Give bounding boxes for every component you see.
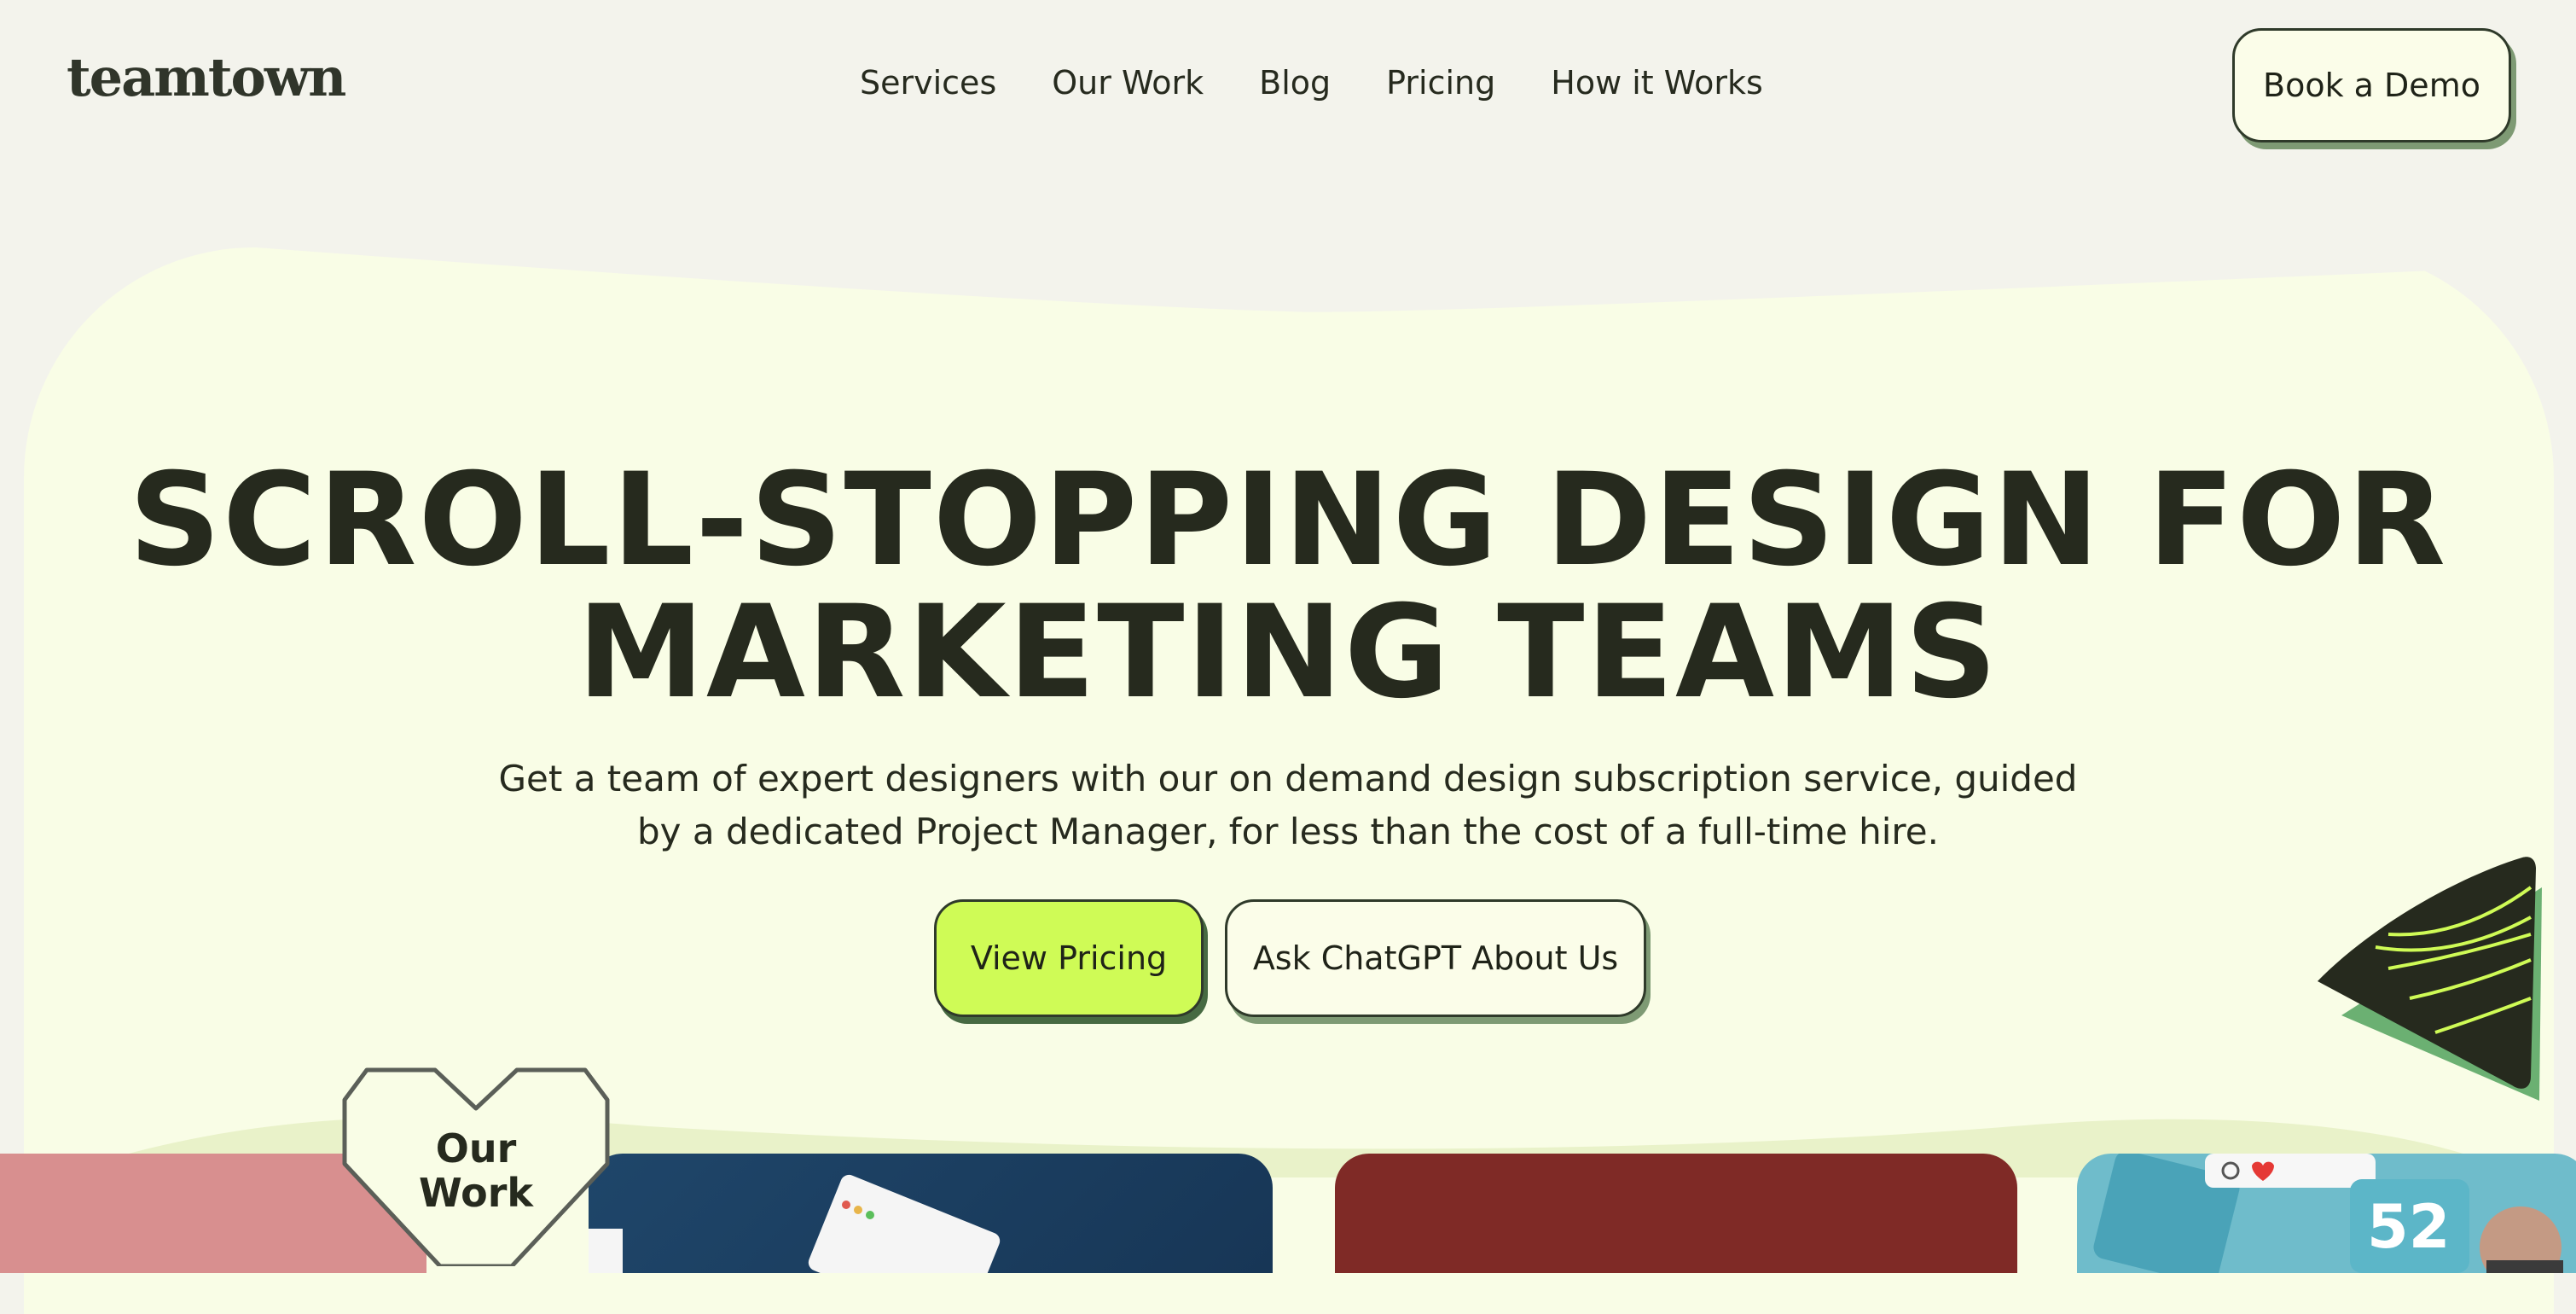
- decorative-triangle-icon: [2318, 857, 2542, 1101]
- hero-title-line-1: SCROLL-STOPPING DESIGN FOR: [128, 446, 2448, 595]
- browser-window-icon: [589, 1174, 1001, 1273]
- our-work-badge[interactable]: Our Work: [341, 1126, 611, 1215]
- work-card-red[interactable]: [1335, 1154, 2017, 1273]
- view-pricing-button[interactable]: View Pricing: [934, 899, 1204, 1017]
- hero-subtitle-line-1: Get a team of expert designers with our …: [498, 758, 2078, 799]
- nav-services[interactable]: Services: [860, 67, 996, 99]
- hero-title: SCROLL-STOPPING DESIGN FOR MARKETING TEA…: [0, 455, 2576, 719]
- work-card-navy[interactable]: [589, 1154, 1273, 1273]
- nav-pricing[interactable]: Pricing: [1386, 67, 1495, 99]
- nav-blog[interactable]: Blog: [1259, 67, 1331, 99]
- social-posts-collage: 52: [2093, 1154, 2563, 1273]
- nav-how-it-works[interactable]: How it Works: [1551, 67, 1763, 99]
- hero-subtitle-line-2: by a dedicated Project Manager, for less…: [637, 811, 1939, 852]
- our-work-badge-line-1: Our: [435, 1125, 517, 1172]
- main-nav: Services Our Work Blog Pricing How it Wo…: [860, 67, 1763, 99]
- hero-title-line-2: MARKETING TEAMS: [577, 579, 1999, 727]
- ask-chatgpt-button[interactable]: Ask ChatGPT About Us: [1225, 899, 1646, 1017]
- our-work-badge-line-2: Work: [419, 1170, 533, 1216]
- book-demo-button[interactable]: Book a Demo: [2232, 28, 2511, 142]
- hero-top-wave: [0, 222, 2576, 312]
- nav-our-work[interactable]: Our Work: [1052, 67, 1204, 99]
- work-card-teal[interactable]: 52: [2077, 1154, 2576, 1273]
- hero-subtitle: Get a team of expert designers with our …: [478, 753, 2098, 858]
- card-number: 52: [2367, 1192, 2450, 1262]
- logo[interactable]: teamtown: [67, 51, 346, 104]
